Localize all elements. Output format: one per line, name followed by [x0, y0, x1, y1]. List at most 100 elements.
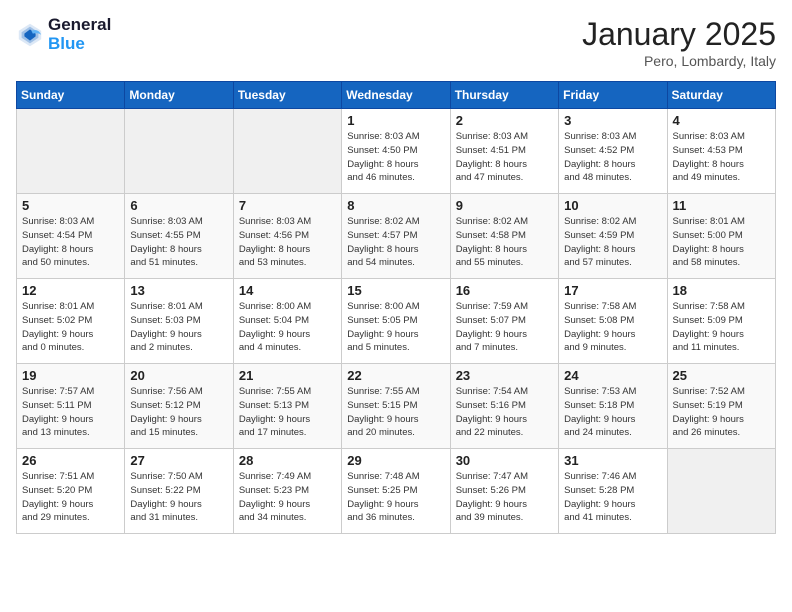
day-info: Sunrise: 8:03 AM Sunset: 4:51 PM Dayligh… — [456, 130, 553, 185]
day-number: 28 — [239, 453, 336, 468]
day-info: Sunrise: 7:58 AM Sunset: 5:08 PM Dayligh… — [564, 300, 661, 355]
day-number: 12 — [22, 283, 119, 298]
day-info: Sunrise: 8:03 AM Sunset: 4:52 PM Dayligh… — [564, 130, 661, 185]
calendar-cell: 11 Sunrise: 8:01 AM Sunset: 5:00 PM Dayli… — [667, 194, 775, 279]
calendar-cell: 9 Sunrise: 8:02 AM Sunset: 4:58 PM Daylig… — [450, 194, 558, 279]
day-number: 3 — [564, 113, 661, 128]
day-number: 21 — [239, 368, 336, 383]
month-title: January 2025 — [582, 16, 776, 53]
calendar-week-row: 5 Sunrise: 8:03 AM Sunset: 4:54 PM Daylig… — [17, 194, 776, 279]
day-number: 29 — [347, 453, 444, 468]
calendar-cell: 15Sunrise: 8:00 AM Sunset: 5:05 PM Dayli… — [342, 279, 450, 364]
day-of-week-header: Monday — [125, 82, 233, 109]
day-number: 22 — [347, 368, 444, 383]
calendar-cell: 23 Sunrise: 7:54 AM Sunset: 5:16 PM Dayli… — [450, 364, 558, 449]
day-number: 6 — [130, 198, 227, 213]
day-info: Sunrise: 8:00 AM Sunset: 5:04 PM Dayligh… — [239, 300, 336, 355]
day-info: Sunrise: 8:03 AM Sunset: 4:54 PM Dayligh… — [22, 215, 119, 270]
day-info: Sunrise: 7:49 AM Sunset: 5:23 PM Dayligh… — [239, 470, 336, 525]
calendar-cell: 8 Sunrise: 8:02 AM Sunset: 4:57 PM Daylig… — [342, 194, 450, 279]
day-info: Sunrise: 7:58 AM Sunset: 5:09 PM Dayligh… — [673, 300, 770, 355]
calendar-cell: 17 Sunrise: 7:58 AM Sunset: 5:08 PM Dayli… — [559, 279, 667, 364]
calendar-cell: 5 Sunrise: 8:03 AM Sunset: 4:54 PM Daylig… — [17, 194, 125, 279]
calendar-cell: 22Sunrise: 7:55 AM Sunset: 5:15 PM Dayli… — [342, 364, 450, 449]
day-number: 4 — [673, 113, 770, 128]
calendar-week-row: 19Sunrise: 7:57 AM Sunset: 5:11 PM Dayli… — [17, 364, 776, 449]
day-info: Sunrise: 8:03 AM Sunset: 4:55 PM Dayligh… — [130, 215, 227, 270]
calendar-cell: 21Sunrise: 7:55 AM Sunset: 5:13 PM Dayli… — [233, 364, 341, 449]
day-number: 30 — [456, 453, 553, 468]
day-info: Sunrise: 8:03 AM Sunset: 4:56 PM Dayligh… — [239, 215, 336, 270]
day-info: Sunrise: 7:50 AM Sunset: 5:22 PM Dayligh… — [130, 470, 227, 525]
calendar-cell — [667, 449, 775, 534]
day-number: 27 — [130, 453, 227, 468]
calendar-cell — [125, 109, 233, 194]
calendar-cell: 1Sunrise: 8:03 AM Sunset: 4:50 PM Daylig… — [342, 109, 450, 194]
calendar-table: SundayMondayTuesdayWednesdayThursdayFrid… — [16, 81, 776, 534]
calendar-cell: 31 Sunrise: 7:46 AM Sunset: 5:28 PM Dayli… — [559, 449, 667, 534]
calendar-cell: 25 Sunrise: 7:52 AM Sunset: 5:19 PM Dayli… — [667, 364, 775, 449]
day-of-week-header: Friday — [559, 82, 667, 109]
calendar-cell: 27 Sunrise: 7:50 AM Sunset: 5:22 PM Dayli… — [125, 449, 233, 534]
calendar-cell: 10 Sunrise: 8:02 AM Sunset: 4:59 PM Dayli… — [559, 194, 667, 279]
day-number: 8 — [347, 198, 444, 213]
day-info: Sunrise: 7:46 AM Sunset: 5:28 PM Dayligh… — [564, 470, 661, 525]
day-number: 31 — [564, 453, 661, 468]
day-number: 2 — [456, 113, 553, 128]
day-info: Sunrise: 7:54 AM Sunset: 5:16 PM Dayligh… — [456, 385, 553, 440]
calendar-week-row: 12Sunrise: 8:01 AM Sunset: 5:02 PM Dayli… — [17, 279, 776, 364]
calendar-cell: 26 Sunrise: 7:51 AM Sunset: 5:20 PM Dayli… — [17, 449, 125, 534]
calendar-cell: 6 Sunrise: 8:03 AM Sunset: 4:55 PM Daylig… — [125, 194, 233, 279]
calendar-cell: 12Sunrise: 8:01 AM Sunset: 5:02 PM Dayli… — [17, 279, 125, 364]
title-block: January 2025 Pero, Lombardy, Italy — [582, 16, 776, 69]
calendar-cell — [17, 109, 125, 194]
day-number: 18 — [673, 283, 770, 298]
calendar-cell: 24 Sunrise: 7:53 AM Sunset: 5:18 PM Dayli… — [559, 364, 667, 449]
day-info: Sunrise: 8:01 AM Sunset: 5:00 PM Dayligh… — [673, 215, 770, 270]
day-number: 25 — [673, 368, 770, 383]
day-info: Sunrise: 8:01 AM Sunset: 5:03 PM Dayligh… — [130, 300, 227, 355]
day-of-week-header: Wednesday — [342, 82, 450, 109]
day-info: Sunrise: 8:02 AM Sunset: 4:59 PM Dayligh… — [564, 215, 661, 270]
day-of-week-header: Sunday — [17, 82, 125, 109]
calendar-cell: 20 Sunrise: 7:56 AM Sunset: 5:12 PM Dayli… — [125, 364, 233, 449]
page-header: General Blue January 2025 Pero, Lombardy… — [16, 16, 776, 69]
day-number: 13 — [130, 283, 227, 298]
day-info: Sunrise: 7:56 AM Sunset: 5:12 PM Dayligh… — [130, 385, 227, 440]
day-number: 11 — [673, 198, 770, 213]
day-info: Sunrise: 8:02 AM Sunset: 4:57 PM Dayligh… — [347, 215, 444, 270]
day-number: 16 — [456, 283, 553, 298]
day-number: 23 — [456, 368, 553, 383]
day-info: Sunrise: 7:48 AM Sunset: 5:25 PM Dayligh… — [347, 470, 444, 525]
day-number: 26 — [22, 453, 119, 468]
calendar-cell — [233, 109, 341, 194]
day-info: Sunrise: 8:03 AM Sunset: 4:50 PM Dayligh… — [347, 130, 444, 185]
day-info: Sunrise: 7:51 AM Sunset: 5:20 PM Dayligh… — [22, 470, 119, 525]
calendar-cell: 7Sunrise: 8:03 AM Sunset: 4:56 PM Daylig… — [233, 194, 341, 279]
day-of-week-header: Tuesday — [233, 82, 341, 109]
day-info: Sunrise: 7:52 AM Sunset: 5:19 PM Dayligh… — [673, 385, 770, 440]
calendar-cell: 16 Sunrise: 7:59 AM Sunset: 5:07 PM Dayli… — [450, 279, 558, 364]
calendar-cell: 2 Sunrise: 8:03 AM Sunset: 4:51 PM Daylig… — [450, 109, 558, 194]
calendar-week-row: 26 Sunrise: 7:51 AM Sunset: 5:20 PM Dayli… — [17, 449, 776, 534]
day-number: 20 — [130, 368, 227, 383]
day-number: 5 — [22, 198, 119, 213]
day-info: Sunrise: 7:53 AM Sunset: 5:18 PM Dayligh… — [564, 385, 661, 440]
calendar-cell: 13 Sunrise: 8:01 AM Sunset: 5:03 PM Dayli… — [125, 279, 233, 364]
day-of-week-header: Thursday — [450, 82, 558, 109]
calendar-header-row: SundayMondayTuesdayWednesdayThursdayFrid… — [17, 82, 776, 109]
day-number: 9 — [456, 198, 553, 213]
day-info: Sunrise: 8:02 AM Sunset: 4:58 PM Dayligh… — [456, 215, 553, 270]
day-number: 19 — [22, 368, 119, 383]
day-number: 24 — [564, 368, 661, 383]
calendar-cell: 30Sunrise: 7:47 AM Sunset: 5:26 PM Dayli… — [450, 449, 558, 534]
day-info: Sunrise: 7:59 AM Sunset: 5:07 PM Dayligh… — [456, 300, 553, 355]
day-number: 17 — [564, 283, 661, 298]
logo-icon — [16, 21, 44, 49]
day-number: 15 — [347, 283, 444, 298]
logo-text-line2: Blue — [48, 35, 111, 54]
day-of-week-header: Saturday — [667, 82, 775, 109]
calendar-cell: 29 Sunrise: 7:48 AM Sunset: 5:25 PM Dayli… — [342, 449, 450, 534]
day-number: 10 — [564, 198, 661, 213]
logo-text-line1: General — [48, 16, 111, 35]
